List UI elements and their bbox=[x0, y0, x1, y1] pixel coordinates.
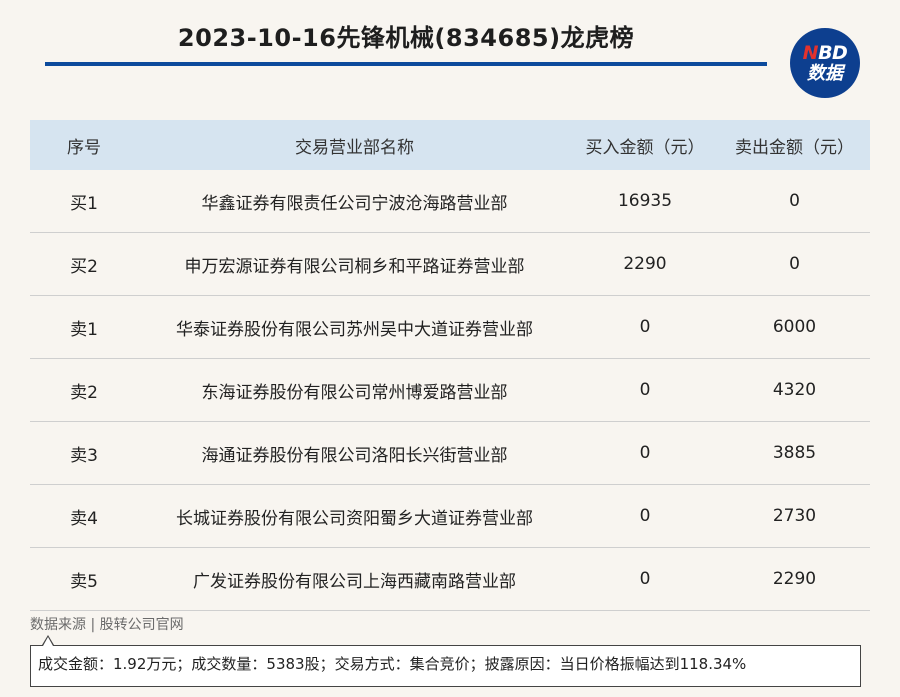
page-title: 2023-10-16先锋机械(834685)龙虎榜 bbox=[177, 24, 635, 52]
row-seq: 买2 bbox=[30, 232, 138, 296]
col-header-seq: 序号 bbox=[30, 120, 138, 170]
row-seq: 卖1 bbox=[30, 295, 138, 359]
row-buy-amount: 0 bbox=[571, 358, 719, 422]
table-row: 买1 华鑫证券有限责任公司宁波沧海路营业部 16935 0 bbox=[30, 170, 870, 233]
row-seq: 买1 bbox=[30, 170, 138, 233]
row-sell-amount: 0 bbox=[719, 170, 870, 233]
row-broker-name: 广发证券股份有限公司上海西藏南路营业部 bbox=[138, 547, 571, 611]
trade-info-text: 成交金额：1.92万元；成交数量：5383股；交易方式：集合竞价；披露原因：当日… bbox=[38, 655, 747, 673]
dragon-tiger-table: 序号 交易营业部名称 买入金额（元） 卖出金额（元） 买1 华鑫证券有限责任公司… bbox=[30, 120, 870, 611]
row-seq: 卖2 bbox=[30, 358, 138, 422]
table-header-row: 序号 交易营业部名称 买入金额（元） 卖出金额（元） bbox=[30, 120, 870, 170]
row-sell-amount: 2290 bbox=[719, 547, 870, 611]
logo-text-top: NBD bbox=[802, 41, 848, 64]
row-buy-amount: 0 bbox=[571, 484, 719, 548]
row-seq: 卖3 bbox=[30, 421, 138, 485]
logo-text-bottom: 数据 bbox=[807, 62, 843, 84]
trade-info-box: 成交金额：1.92万元；成交数量：5383股；交易方式：集合竞价；披露原因：当日… bbox=[30, 645, 861, 687]
row-buy-amount: 0 bbox=[571, 547, 719, 611]
table-row: 买2 申万宏源证券有限公司桐乡和平路证券营业部 2290 0 bbox=[30, 232, 870, 296]
row-broker-name: 申万宏源证券有限公司桐乡和平路证券营业部 bbox=[138, 232, 571, 296]
table-row: 卖3 海通证券股份有限公司洛阳长兴街营业部 0 3885 bbox=[30, 421, 870, 485]
col-header-buy: 买入金额（元） bbox=[571, 120, 719, 170]
title-underline bbox=[45, 62, 767, 66]
row-broker-name: 海通证券股份有限公司洛阳长兴街营业部 bbox=[138, 421, 571, 485]
row-buy-amount: 2290 bbox=[571, 232, 719, 296]
callout-arrow-fill bbox=[43, 637, 53, 646]
table-row: 卖5 广发证券股份有限公司上海西藏南路营业部 0 2290 bbox=[30, 547, 870, 611]
row-broker-name: 华鑫证券有限责任公司宁波沧海路营业部 bbox=[138, 170, 571, 233]
row-broker-name: 长城证券股份有限公司资阳蜀乡大道证券营业部 bbox=[138, 484, 571, 548]
row-buy-amount: 0 bbox=[571, 421, 719, 485]
table-row: 卖2 东海证券股份有限公司常州博爱路营业部 0 4320 bbox=[30, 358, 870, 422]
row-buy-amount: 0 bbox=[571, 295, 719, 359]
col-header-sell: 卖出金额（元） bbox=[719, 120, 870, 170]
row-sell-amount: 4320 bbox=[719, 358, 870, 422]
row-sell-amount: 0 bbox=[719, 232, 870, 296]
row-sell-amount: 6000 bbox=[719, 295, 870, 359]
table-row: 卖1 华泰证券股份有限公司苏州吴中大道证券营业部 0 6000 bbox=[30, 295, 870, 359]
table-row: 卖4 长城证券股份有限公司资阳蜀乡大道证券营业部 0 2730 bbox=[30, 484, 870, 548]
col-header-name: 交易营业部名称 bbox=[138, 120, 571, 170]
row-seq: 卖5 bbox=[30, 547, 138, 611]
row-broker-name: 东海证券股份有限公司常州博爱路营业部 bbox=[138, 358, 571, 422]
row-sell-amount: 3885 bbox=[719, 421, 870, 485]
logo-letters: BD bbox=[818, 41, 848, 64]
data-source-note: 数据来源 | 股转公司官网 bbox=[30, 617, 184, 633]
row-sell-amount: 2730 bbox=[719, 484, 870, 548]
row-seq: 卖4 bbox=[30, 484, 138, 548]
logo-accent-letter: N bbox=[802, 41, 819, 64]
row-broker-name: 华泰证券股份有限公司苏州吴中大道证券营业部 bbox=[138, 295, 571, 359]
nbd-data-logo: NBD 数据 bbox=[790, 28, 860, 98]
row-buy-amount: 16935 bbox=[571, 170, 719, 233]
